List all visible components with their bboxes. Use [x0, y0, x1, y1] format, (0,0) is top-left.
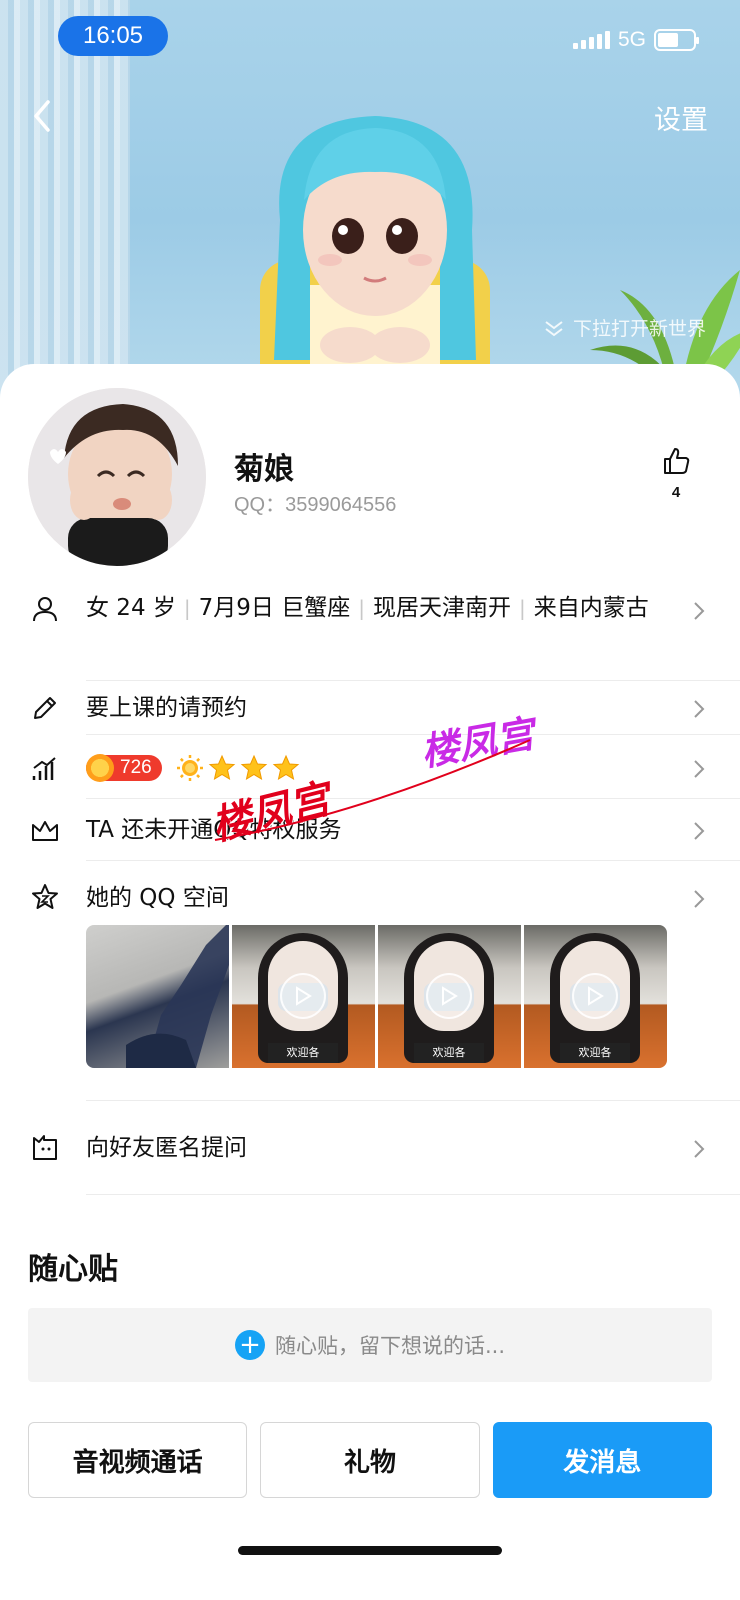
pencil-icon [34, 697, 56, 719]
level-chart-icon [32, 757, 56, 780]
chevron-right-icon [694, 1140, 705, 1158]
notes-title: 随心贴 [28, 1252, 118, 1287]
birthday: 7月9日 巨蟹座 [198, 595, 351, 621]
video-sign-text: 欢迎各 [414, 1043, 484, 1063]
play-icon [280, 973, 326, 1019]
anonymous-ask-row[interactable]: 向好友匿名提问 [0, 1128, 740, 1172]
gender-age: 女 24 岁 [86, 595, 176, 621]
like-button[interactable]: 4 [658, 446, 694, 501]
location: 现居天津南开 [372, 595, 511, 621]
avatar[interactable] [28, 388, 206, 566]
separator: | [518, 596, 526, 620]
sun-level-icon [176, 755, 203, 781]
qq-number[interactable]: QQ：3599064556 [234, 488, 396, 517]
person-icon [33, 597, 57, 622]
star-icon [32, 884, 58, 909]
crown-icon [32, 821, 58, 841]
chevron-right-icon [694, 822, 705, 840]
action-bar: 音视频通话 礼物 发消息 [28, 1422, 712, 1498]
like-count: 4 [671, 484, 681, 501]
qzone-text: 她的 QQ 空间 [86, 885, 229, 911]
add-icon: + [234, 1330, 265, 1360]
divider [86, 1100, 740, 1101]
divider [86, 1194, 740, 1195]
play-icon [426, 973, 472, 1019]
pull-hint[interactable]: 下拉打开新世界 [543, 314, 706, 341]
basic-info-row[interactable]: 女 24 岁 | 7月9日 巨蟹座 | 现居天津南开 | 来自内蒙古 [0, 586, 740, 668]
status-time: 16:05 [58, 16, 168, 56]
settings-button[interactable]: 设置 [654, 98, 708, 137]
notes-input[interactable]: + 随心贴，留下想说的话... [28, 1308, 712, 1382]
chevron-right-icon [694, 700, 705, 718]
signal-icon [572, 31, 610, 49]
ask-text: 向好友匿名提问 [86, 1135, 247, 1161]
cover-3d-avatar [260, 116, 490, 400]
video-sign-text: 欢迎各 [268, 1043, 338, 1063]
signature-row[interactable]: 要上课的请预约 [0, 688, 740, 732]
play-icon [572, 973, 618, 1019]
separator: | [183, 596, 191, 620]
qq-number-value: 3599064556 [285, 494, 397, 516]
qzone-video[interactable]: 欢迎各 [232, 925, 375, 1068]
profile-cover[interactable]: 16:05 5G 设置 下拉打开新世界 [0, 0, 740, 400]
status-indicators: 5G [572, 28, 699, 52]
qzone-video[interactable]: 欢迎各 [524, 925, 667, 1068]
back-icon[interactable] [28, 96, 58, 136]
basic-info-text: 女 24 岁 | 7月9日 巨蟹座 | 现居天津南开 | 来自内蒙古 [86, 588, 676, 628]
pull-hint-label: 下拉打开新世界 [572, 318, 706, 340]
qzone-photos: 欢迎各 欢迎各 欢迎各 [86, 925, 667, 1068]
avatar-image [28, 388, 206, 566]
gift-button[interactable]: 礼物 [260, 1422, 480, 1498]
hometown: 来自内蒙古 [533, 595, 649, 621]
battery-icon [654, 29, 699, 51]
divider [86, 680, 740, 681]
notes-placeholder: 随心贴，留下想说的话... [274, 1334, 506, 1358]
nickname: 菊娘 [234, 452, 294, 487]
divider [86, 860, 740, 861]
chevron-right-icon [694, 760, 705, 778]
photo-image [126, 925, 229, 1068]
video-sign-text: 欢迎各 [560, 1043, 630, 1063]
signature-text: 要上课的请预约 [86, 695, 247, 721]
network-type: 5G [617, 28, 646, 51]
profile-sheet: 菊娘 QQ：3599064556 4 女 24 岁 | 7月9日 巨蟹座 | 现居天津南… [0, 364, 740, 1600]
qzone-row[interactable]: 她的 QQ 空间 [0, 878, 740, 922]
qzone-photo[interactable] [86, 925, 229, 1068]
qzone-video[interactable]: 欢迎各 [378, 925, 521, 1068]
watermark-stroke [214, 739, 531, 841]
chevron-right-icon [694, 890, 705, 908]
level-value: 726 [120, 757, 152, 778]
cover-curtain [0, 0, 130, 400]
av-call-button[interactable]: 音视频通话 [28, 1422, 248, 1498]
separator: | [358, 596, 365, 620]
chevron-right-icon [694, 602, 705, 620]
home-indicator [238, 1546, 502, 1555]
ask-box-icon [33, 1135, 57, 1160]
qq-label: QQ： [234, 494, 286, 516]
thumbs-up-icon [664, 448, 690, 474]
double-chevron-down-icon [545, 320, 563, 336]
send-message-button[interactable]: 发消息 [492, 1422, 712, 1498]
level-badge: 726 [86, 754, 162, 782]
